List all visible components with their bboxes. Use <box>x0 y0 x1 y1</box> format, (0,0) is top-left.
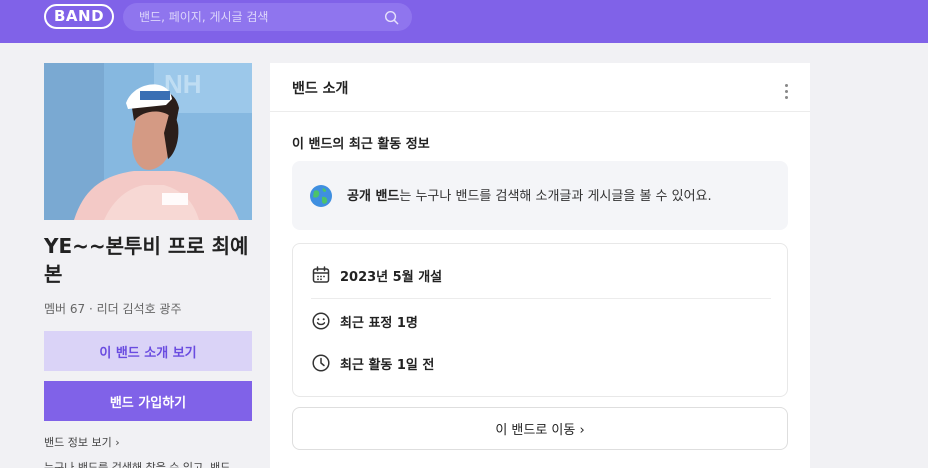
chevron-right-icon: › <box>115 436 120 449</box>
search-bar[interactable] <box>123 3 412 31</box>
search-input[interactable] <box>139 3 379 31</box>
stat-text: 2023년 5월 개설 <box>340 270 443 285</box>
more-options-icon[interactable] <box>780 84 792 102</box>
clock-icon <box>312 354 330 372</box>
band-info-link[interactable]: 밴드 정보 보기 › <box>44 434 120 450</box>
public-band-notice: 공개 밴드는 누구나 밴드를 검색해 소개글과 게시글을 볼 수 있어요. <box>292 161 788 230</box>
public-band-text: 공개 밴드는 누구나 밴드를 검색해 소개글과 게시글을 볼 수 있어요. <box>347 185 712 204</box>
band-info-link-label: 밴드 정보 보기 <box>44 436 112 449</box>
go-to-band-label: 이 밴드로 이동 <box>495 423 576 438</box>
globe-icon <box>310 185 332 207</box>
go-to-band-button[interactable]: 이 밴드로 이동 › <box>292 407 788 450</box>
band-meta: 멤버 67 · 리더 김석호 광주 <box>44 302 182 316</box>
smile-icon <box>312 312 330 330</box>
stat-text: 최근 표정 1명 <box>340 316 418 331</box>
band-intro-panel: 밴드 소개 이 밴드의 최근 활동 정보 공개 밴드는 누구나 밴드를 검색해 … <box>270 63 810 468</box>
calendar-icon <box>312 266 330 283</box>
stat-activity: 최근 활동 1일 전 <box>311 341 771 385</box>
stat-created: 2023년 5월 개설 <box>311 253 771 297</box>
divider <box>270 111 810 112</box>
join-band-button[interactable]: 밴드 가입하기 <box>44 381 252 421</box>
band-name: YE~~본투비 프로 최예본 <box>44 234 249 286</box>
public-band-label: 공개 밴드 <box>347 189 400 204</box>
view-intro-button[interactable]: 이 밴드 소개 보기 <box>44 331 252 371</box>
band-cover-image: NH <box>44 63 252 220</box>
search-icon[interactable] <box>384 10 399 25</box>
stat-text: 최근 활동 1일 전 <box>340 358 435 373</box>
band-stats-box: 2023년 5월 개설 최근 표정 1명 최근 활동 1일 전 <box>292 243 788 397</box>
band-logo[interactable]: BAND <box>44 4 114 29</box>
band-description: 누구나 밴드를 검색해 찾을 수 있고, 밴드 <box>44 461 231 468</box>
stat-reactions: 최근 표정 1명 <box>311 299 771 343</box>
activity-section-title: 이 밴드의 최근 활동 정보 <box>292 137 430 152</box>
public-band-desc: 는 누구나 밴드를 검색해 소개글과 게시글을 볼 수 있어요. <box>399 189 712 204</box>
chevron-right-icon: › <box>579 423 585 438</box>
panel-title: 밴드 소개 <box>292 81 349 97</box>
top-header: BAND <box>0 0 928 43</box>
